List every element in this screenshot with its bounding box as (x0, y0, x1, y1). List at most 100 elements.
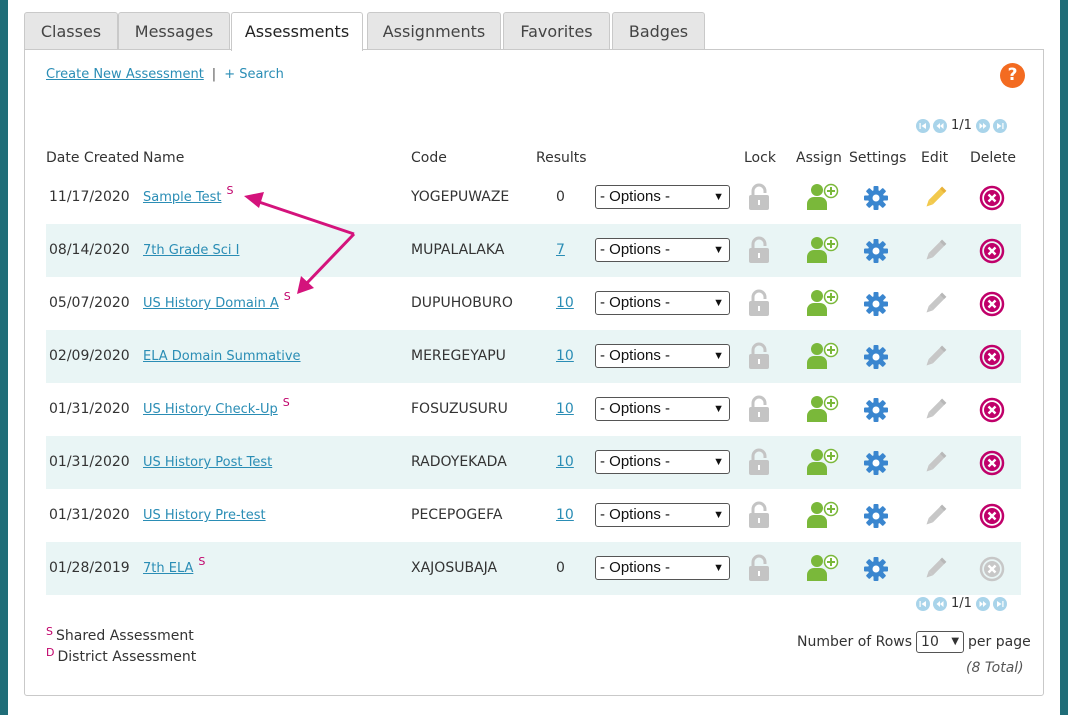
results-cell: 10 (556, 330, 574, 383)
gear-icon[interactable] (863, 344, 889, 374)
date-cell: 01/31/2020 (49, 507, 130, 523)
shared-mark: S (283, 290, 291, 303)
assessment-name-link[interactable]: ELA Domain Summative (143, 349, 301, 364)
pencil-icon (922, 291, 948, 321)
assign-user-icon[interactable] (807, 501, 839, 533)
options-select[interactable]: - Options - ▼ (595, 185, 730, 209)
assessment-name-link[interactable]: 7th Grade Sci I (143, 243, 239, 258)
prev-page-icon[interactable] (933, 596, 947, 611)
last-page-icon[interactable] (992, 596, 1007, 611)
results-link[interactable]: 10 (556, 295, 574, 311)
options-select[interactable]: - Options - ▼ (595, 238, 730, 262)
pencil-icon (922, 503, 948, 533)
options-value: - Options - (600, 400, 671, 417)
shared-mark: S (226, 184, 234, 197)
delete-icon[interactable] (979, 397, 1005, 427)
assign-user-icon[interactable] (807, 236, 839, 268)
lock-icon[interactable] (747, 395, 771, 427)
assign-user-icon[interactable] (807, 448, 839, 480)
date-cell: 01/28/2019 (49, 560, 130, 576)
shared-mark: S (198, 555, 206, 568)
gear-icon[interactable] (863, 556, 889, 586)
options-select[interactable]: - Options - ▼ (595, 397, 730, 421)
table-row: 08/14/2020 7th Grade Sci I MUPALALAKA 7 - Op… (46, 224, 1021, 277)
col-name-header[interactable]: Name (143, 150, 184, 166)
code-cell: PECEPOGEFA (411, 507, 503, 523)
gear-icon[interactable] (863, 238, 889, 268)
pencil-icon (922, 344, 948, 374)
delete-icon[interactable] (979, 185, 1005, 215)
create-assessment-link[interactable]: Create New Assessment (46, 67, 204, 82)
help-icon[interactable]: ? (1000, 63, 1025, 88)
options-select[interactable]: - Options - ▼ (595, 450, 730, 474)
delete-icon[interactable] (979, 503, 1005, 533)
tab-assignments[interactable]: Assignments (367, 12, 501, 49)
lock-icon[interactable] (747, 342, 771, 374)
lock-icon[interactable] (747, 448, 771, 480)
first-page-icon[interactable] (916, 596, 930, 611)
assessment-name-link[interactable]: US History Domain A (143, 296, 279, 311)
next-page-icon[interactable] (975, 118, 990, 133)
col-code-header[interactable]: Code (411, 150, 447, 166)
gear-icon[interactable] (863, 397, 889, 427)
assessment-name-link[interactable]: US History Pre-test (143, 508, 266, 523)
results-link[interactable]: 10 (556, 348, 574, 364)
assign-user-icon[interactable] (807, 342, 839, 374)
assessment-name-link[interactable]: Sample Test (143, 190, 221, 205)
lock-icon[interactable] (747, 236, 771, 268)
delete-icon[interactable] (979, 238, 1005, 268)
lock-icon[interactable] (747, 554, 771, 586)
results-link[interactable]: 7 (556, 242, 565, 258)
legend: S Shared Assessment D District Assessment (46, 625, 196, 668)
gear-icon[interactable] (863, 450, 889, 480)
results-cell: 0 (556, 542, 565, 595)
tab-messages[interactable]: Messages (118, 12, 230, 49)
options-select[interactable]: - Options - ▼ (595, 556, 730, 580)
assessment-name-link[interactable]: US History Check-Up (143, 402, 278, 417)
code-cell: FOSUZUSURU (411, 401, 508, 417)
rows-per-page-select[interactable]: 10 ▼ (916, 631, 965, 653)
assign-user-icon[interactable] (807, 183, 839, 215)
tab-classes[interactable]: Classes (24, 12, 118, 49)
next-page-icon[interactable] (975, 596, 990, 611)
tab-badges[interactable]: Badges (612, 12, 705, 49)
date-cell: 01/31/2020 (49, 454, 130, 470)
col-date-header[interactable]: Date Created (46, 150, 139, 166)
results-link[interactable]: 10 (556, 507, 574, 523)
col-results-header[interactable]: Results (536, 150, 587, 166)
col-assign-header: Assign (796, 150, 842, 166)
assessment-name-link[interactable]: 7th ELA (143, 561, 193, 576)
delete-icon[interactable] (979, 291, 1005, 321)
lock-icon[interactable] (747, 183, 771, 215)
assign-user-icon[interactable] (807, 395, 839, 427)
pager-bottom: 1/1 (916, 596, 1007, 611)
options-value: - Options - (600, 559, 671, 576)
assign-user-icon[interactable] (807, 554, 839, 586)
options-select[interactable]: - Options - ▼ (595, 344, 730, 368)
last-page-icon[interactable] (992, 118, 1007, 133)
results-link[interactable]: 10 (556, 454, 574, 470)
table-row: 05/07/2020 US History Domain A S DUPUHOBURO… (46, 277, 1021, 330)
options-select[interactable]: - Options - ▼ (595, 503, 730, 527)
tab-favorites[interactable]: Favorites (503, 12, 610, 49)
lock-icon[interactable] (747, 289, 771, 321)
options-select[interactable]: - Options - ▼ (595, 291, 730, 315)
first-page-icon[interactable] (916, 118, 930, 133)
delete-icon[interactable] (979, 450, 1005, 480)
pencil-icon (922, 556, 948, 586)
code-cell: XAJOSUBAJA (411, 560, 498, 576)
assessment-name-link[interactable]: US History Post Test (143, 455, 272, 470)
name-cell: Sample Test S (143, 171, 233, 224)
assign-user-icon[interactable] (807, 289, 839, 321)
lock-icon[interactable] (747, 501, 771, 533)
search-link[interactable]: + Search (224, 67, 284, 82)
code-cell: YOGEPUWAZE (411, 189, 510, 205)
gear-icon[interactable] (863, 503, 889, 533)
gear-icon[interactable] (863, 185, 889, 215)
delete-icon[interactable] (979, 344, 1005, 374)
tab-assessments[interactable]: Assessments (231, 12, 363, 51)
pencil-icon[interactable] (922, 185, 948, 215)
results-link[interactable]: 10 (556, 401, 574, 417)
gear-icon[interactable] (863, 291, 889, 321)
prev-page-icon[interactable] (933, 118, 947, 133)
